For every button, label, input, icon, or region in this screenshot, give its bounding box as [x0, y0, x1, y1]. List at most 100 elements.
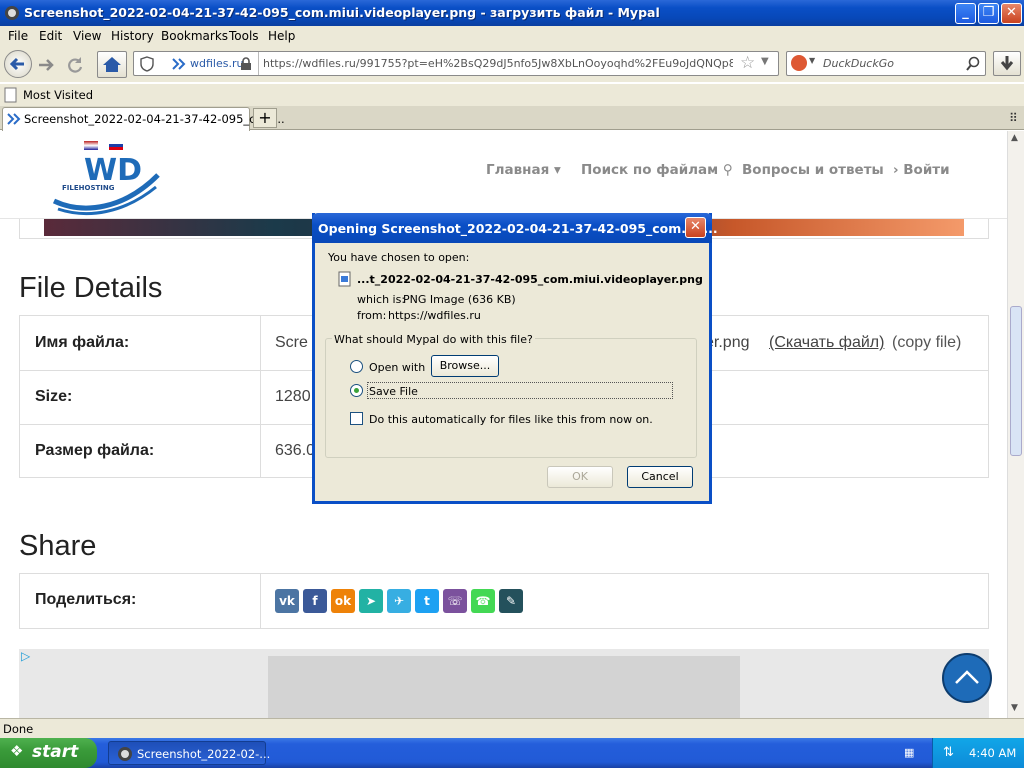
network-icon[interactable]: ⇅ [943, 745, 954, 760]
action-question: What should Mypal do with this file? [332, 333, 535, 346]
share-table: Поделиться: vk f ok ➤ ✈ t ☏ ☎ ✎ [19, 573, 989, 629]
bookmark-most-visited[interactable]: Most Visited [23, 88, 93, 102]
bookmark-star-icon[interactable]: ☆ [740, 53, 755, 73]
moimir-icon[interactable]: ➤ [359, 589, 383, 613]
lock-icon [241, 57, 251, 70]
dialog-title: Opening Screenshot_2022-02-04-21-37-42-0… [318, 221, 718, 236]
system-tray: ⇅ 4:40 AM [932, 738, 1024, 768]
new-tab-button[interactable]: + [253, 108, 277, 128]
bookmarks-toolbar: Most Visited [0, 84, 1024, 106]
back-button[interactable] [4, 50, 32, 78]
share-icons: vk f ok ➤ ✈ t ☏ ☎ ✎ [275, 589, 535, 613]
nav-home[interactable]: Главная ▾ [486, 162, 561, 178]
auto-label[interactable]: Do this automatically for files like thi… [369, 413, 653, 426]
downloads-button[interactable] [993, 51, 1021, 76]
scrollbar-thumb[interactable] [1010, 306, 1022, 456]
site-logo[interactable]: WD FILEHOSTING [52, 151, 162, 219]
png-file-icon [338, 271, 351, 287]
nav-faq[interactable]: Вопросы и ответы [742, 162, 884, 178]
telegram-icon[interactable]: ✈ [387, 589, 411, 613]
minimize-button[interactable]: _ [955, 3, 976, 24]
duckduckgo-icon [791, 55, 807, 71]
share-label: Поделиться: [35, 591, 137, 608]
twitter-icon[interactable]: t [415, 589, 439, 613]
site-header: WD FILEHOSTING Главная ▾ Поиск по файлам… [0, 131, 1007, 219]
which-is-value: PNG Image (636 KB) [403, 293, 516, 306]
file-details-heading: File Details [19, 272, 163, 304]
clock[interactable]: 4:40 AM [969, 746, 1016, 760]
menu-history[interactable]: History [111, 29, 154, 43]
which-is-label: which is: [357, 293, 406, 306]
nav-search-files[interactable]: Поиск по файлам ⚲ [581, 162, 733, 178]
list-all-tabs-icon[interactable]: ⠿ [1009, 111, 1018, 125]
menu-help[interactable]: Help [268, 29, 295, 43]
dialog-filename: ...t_2022-02-04-21-37-42-095_com.miui.vi… [357, 273, 703, 286]
keyboard-icon[interactable]: ▦ [904, 746, 918, 759]
from-label: from: [357, 309, 387, 322]
chevron-up-icon [955, 670, 979, 684]
menu-file[interactable]: File [8, 29, 28, 43]
tab-active[interactable]: Screenshot_2022-02-04-21-37-42-095_com..… [2, 107, 285, 131]
taskbar-item-mypal[interactable]: Screenshot_2022-02-... [108, 741, 270, 765]
mypal-app-icon [118, 747, 132, 761]
url-dropdown-chevron-down-icon[interactable]: ▼ [761, 56, 769, 67]
menu-bookmarks[interactable]: Bookmarks [161, 29, 228, 43]
ok-button[interactable]: OK [547, 466, 613, 488]
vertical-scrollbar[interactable]: ▲ ▼ [1007, 131, 1024, 718]
whatsapp-icon[interactable]: ☎ [471, 589, 495, 613]
url-bar[interactable]: wdfiles.ru https://wdfiles.ru/991755?pt=… [133, 51, 779, 76]
url-text[interactable]: https://wdfiles.ru/991755?pt=eH%2BsQ29dJ… [263, 57, 733, 70]
site-identity-label[interactable]: wdfiles.ru [190, 57, 243, 70]
window-titlebar[interactable]: Screenshot_2022-02-04-21-37-42-095_com.m… [0, 0, 1024, 26]
close-window-button[interactable]: ✕ [1001, 3, 1022, 24]
window-title: Screenshot_2022-02-04-21-37-42-095_com.m… [24, 5, 660, 20]
status-text: Done [3, 722, 34, 736]
from-value: https://wdfiles.ru [388, 309, 481, 322]
copy-file-link[interactable]: (copy file) [892, 334, 961, 352]
home-button[interactable] [97, 51, 127, 78]
nav-login[interactable]: › Войти [893, 162, 950, 178]
home-icon [103, 57, 121, 72]
reload-icon [68, 57, 83, 73]
browse-button[interactable]: Browse... [431, 355, 499, 377]
maximize-button[interactable]: ❐ [978, 3, 999, 24]
forward-button[interactable] [35, 55, 57, 75]
menu-view[interactable]: View [73, 29, 101, 43]
save-file-radio[interactable] [350, 384, 363, 397]
odnoklassniki-icon[interactable]: ok [331, 589, 355, 613]
arrow-right-icon [39, 59, 54, 71]
search-input[interactable]: DuckDuckGo [823, 57, 894, 70]
facebook-icon[interactable]: f [303, 589, 327, 613]
site-favicon-icon [172, 58, 186, 70]
scroll-down-arrow-icon[interactable]: ▼ [1011, 703, 1018, 713]
download-file-link[interactable]: (Скачать файл) [769, 334, 884, 352]
windows-logo-icon: ❖ [10, 742, 24, 760]
search-icon[interactable] [965, 56, 981, 72]
save-file-label[interactable]: Save File [369, 385, 418, 398]
dialog-close-button[interactable]: ✕ [685, 217, 706, 238]
menu-bar: File Edit View History Bookmarks Tools H… [0, 26, 1024, 46]
menu-tools[interactable]: Tools [229, 29, 259, 43]
adchoices-icon[interactable]: ▷ [21, 649, 30, 663]
menu-edit[interactable]: Edit [39, 29, 62, 43]
vk-icon[interactable]: vk [275, 589, 299, 613]
reload-button[interactable] [64, 54, 86, 76]
start-button[interactable]: ❖ start [0, 738, 97, 768]
flag-en-icon[interactable] [84, 141, 98, 150]
auto-checkbox[interactable] [350, 412, 363, 425]
scroll-to-top-button[interactable] [942, 653, 992, 703]
ad-banner: ▷ [19, 649, 989, 718]
shield-icon [140, 56, 154, 72]
cancel-button[interactable]: Cancel [627, 466, 693, 488]
status-bar: Done [0, 718, 1024, 738]
open-with-radio[interactable] [350, 360, 363, 373]
evernote-icon[interactable]: ✎ [499, 589, 523, 613]
ad-image[interactable] [268, 656, 740, 718]
dialog-titlebar[interactable]: Opening Screenshot_2022-02-04-21-37-42-0… [312, 213, 718, 243]
viber-icon[interactable]: ☏ [443, 589, 467, 613]
open-with-label[interactable]: Open with [369, 361, 425, 374]
scroll-up-arrow-icon[interactable]: ▲ [1011, 133, 1018, 143]
search-box[interactable]: ▼ DuckDuckGo [786, 51, 986, 76]
flag-ru-icon[interactable] [109, 141, 123, 150]
search-engine-chevron-down-icon[interactable]: ▼ [809, 56, 815, 65]
